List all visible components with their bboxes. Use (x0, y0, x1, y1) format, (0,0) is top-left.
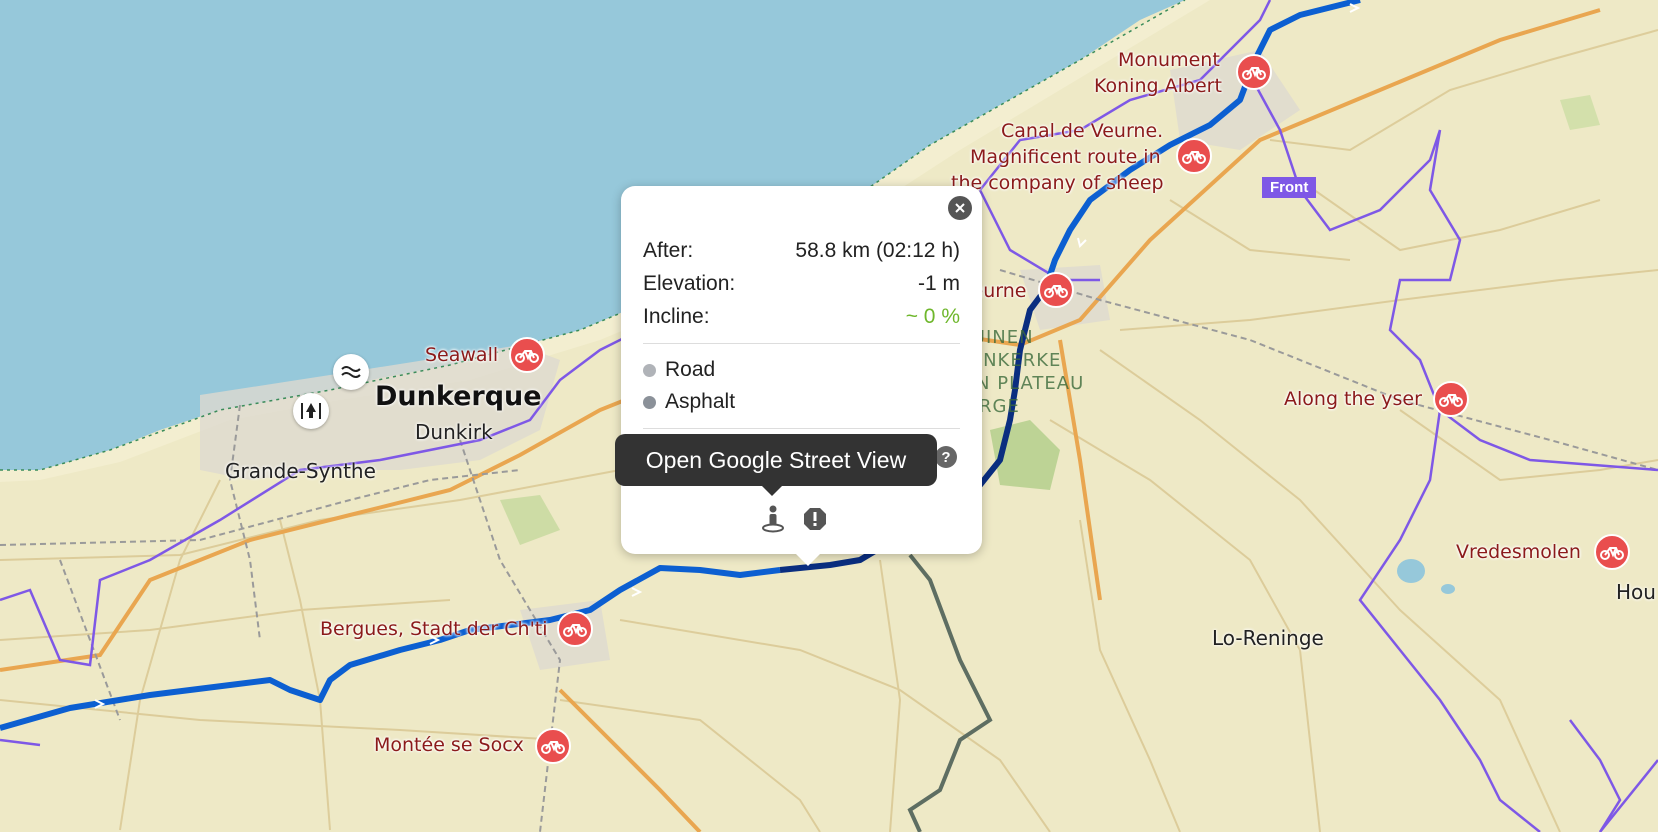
poi-label-canal-line3: the company of sheep (951, 172, 1164, 194)
incline-value: ~ 0 % (905, 304, 960, 328)
surface-type-asphalt: Asphalt (643, 386, 960, 418)
asphalt-dot (643, 395, 656, 409)
city-label-dunkerque: Dunkerque (375, 381, 542, 412)
close-icon[interactable] (948, 196, 972, 220)
poi-label-canal-line1: Canal de Veurne. (1001, 120, 1164, 142)
route-info-popup: After: 58.8 km (02:12 h) Elevation: -1 m… (621, 186, 982, 566)
poi-vredesmolen[interactable] (1594, 534, 1630, 570)
bicycle-icon (541, 741, 565, 754)
bicycle-icon (1439, 394, 1463, 407)
distance-label: After: (643, 238, 694, 262)
city-label-dunkirk: Dunkirk (415, 420, 493, 444)
poi-label-seawall: Seawall (425, 344, 499, 366)
poi-seawall[interactable] (509, 337, 545, 373)
poi-label-montee: Montée se Socx (374, 734, 524, 756)
distance-row: After: 58.8 km (02:12 h) (643, 234, 960, 267)
poi-label-canal-line2: Magnificent route in (970, 146, 1161, 168)
surface-label-road: Road (665, 358, 716, 381)
poi-veurne[interactable] (1038, 272, 1074, 308)
bicycle-icon (1242, 67, 1266, 80)
park-icon[interactable] (293, 393, 329, 429)
poi-canal-de-veurne[interactable] (1176, 138, 1212, 174)
town-label-lo-reninge: Lo-Reninge (1212, 626, 1324, 650)
help-icon[interactable]: ? (935, 446, 957, 468)
road-dot (643, 363, 656, 377)
street-view-tooltip: Open Google Street View (615, 434, 937, 496)
poi-bergues[interactable] (557, 611, 593, 647)
bicycle-icon (563, 624, 587, 637)
town-label-grande-synthe: Grande-Synthe (225, 459, 376, 483)
water-icon[interactable] (333, 354, 369, 390)
street-view-icon[interactable] (757, 503, 789, 535)
front-label: Front (1262, 177, 1317, 198)
poi-label-bergues: Bergues, Stadt der Ch'ti (320, 618, 548, 640)
bicycle-icon (1182, 151, 1206, 164)
elevation-label: Elevation: (643, 271, 736, 295)
report-icon[interactable] (799, 503, 831, 535)
surface-type-road: Road (643, 354, 960, 386)
poi-label-monument-line1: Monument (1118, 49, 1220, 71)
bicycle-icon (515, 350, 539, 363)
divider (643, 343, 960, 344)
poi-monument-koning-albert[interactable] (1236, 54, 1272, 90)
elevation-value: -1 m (918, 271, 960, 295)
poi-along-the-yser[interactable] (1433, 381, 1469, 417)
poi-label-monument-line2: Koning Albert (1094, 75, 1222, 97)
town-label-hou: Hou (1616, 580, 1656, 604)
divider (643, 428, 960, 429)
surface-label-asphalt: Asphalt (665, 390, 736, 413)
elevation-row: Elevation: -1 m (643, 267, 960, 300)
incline-row: Incline: ~ 0 % (643, 300, 960, 333)
poi-label-vredesmolen: Vredesmolen (1456, 541, 1581, 563)
bicycle-icon (1600, 547, 1624, 560)
poi-label-along-yser: Along the yser (1284, 388, 1422, 410)
bicycle-icon (1044, 285, 1068, 298)
incline-label: Incline: (643, 304, 710, 328)
distance-value: 58.8 km (02:12 h) (795, 238, 960, 262)
poi-montee-se-socx[interactable] (535, 728, 571, 764)
tooltip-text: Open Google Street View (645, 446, 907, 473)
